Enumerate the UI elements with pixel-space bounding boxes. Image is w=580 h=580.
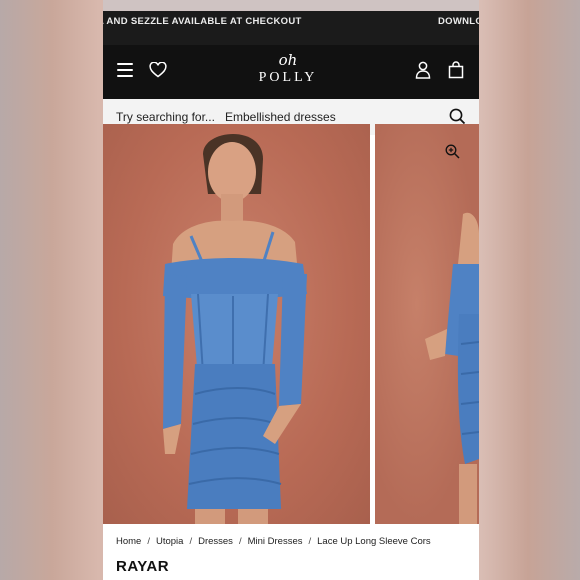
account-user-icon[interactable] — [415, 61, 431, 84]
breadcrumb: Home / Utopia / Dresses / Mini Dresses / Lace Up… — [116, 536, 431, 547]
zoom-in-icon[interactable] — [445, 144, 460, 164]
breadcrumb-current: Lace Up Long Sleeve Cors — [317, 536, 431, 547]
phone-screen: A AND SEZZLE AVAILABLE AT CHECKOUT DOWNL… — [103, 0, 479, 580]
menu-icon[interactable] — [117, 63, 133, 77]
promo-ticker: A AND SEZZLE AVAILABLE AT CHECKOUT DOWNL… — [103, 0, 479, 45]
brand-logo[interactable]: oh POLLY — [253, 53, 323, 86]
promo-text-next: DOWNLO — [438, 16, 479, 27]
breadcrumb-home[interactable]: Home — [116, 536, 141, 547]
promo-text: A AND SEZZLE AVAILABLE AT CHECKOUT — [103, 16, 302, 27]
site-header: oh POLLY — [103, 45, 479, 99]
wishlist-heart-icon[interactable] — [149, 61, 167, 83]
breadcrumb-separator: / — [308, 536, 312, 547]
shopping-bag-icon[interactable] — [448, 61, 464, 84]
logo-script: oh — [278, 51, 298, 69]
model-side-illustration — [425, 212, 479, 524]
search-prompt: Try searching for... — [116, 110, 215, 124]
product-title: RAYAR — [116, 558, 170, 575]
breadcrumb-separator: / — [147, 536, 150, 547]
breadcrumb-utopia[interactable]: Utopia — [156, 536, 183, 547]
breadcrumb-mini-dresses[interactable]: Mini Dresses — [248, 536, 303, 547]
model-illustration — [163, 134, 307, 524]
product-gallery[interactable] — [103, 124, 479, 524]
breadcrumb-separator: / — [189, 536, 193, 547]
product-photo-secondary[interactable] — [375, 124, 479, 524]
search-suggestion[interactable]: Embellished dresses — [225, 110, 336, 124]
logo-wordmark: POLLY — [258, 70, 318, 85]
breadcrumb-separator: / — [238, 536, 242, 547]
product-photo-main[interactable] — [103, 124, 370, 524]
breadcrumb-dresses[interactable]: Dresses — [198, 536, 233, 547]
